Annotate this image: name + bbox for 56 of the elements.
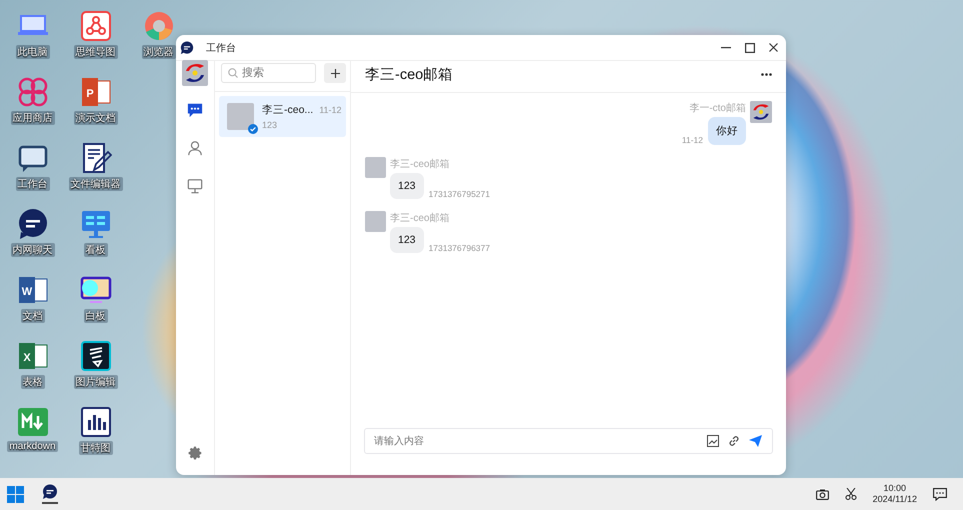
message-input[interactable]: 请输入内容: [364, 428, 773, 454]
monitor-icon[interactable]: [187, 178, 203, 194]
send-icon[interactable]: [749, 435, 762, 447]
plus-icon: [330, 68, 340, 78]
link-icon[interactable]: [728, 435, 740, 447]
message-bubble: 123: [390, 173, 424, 199]
markdown-icon[interactable]: [16, 406, 48, 438]
desktop-icon-label: 文件编辑器: [68, 177, 122, 191]
window-title: 工作台: [206, 42, 236, 54]
desktop-icon-label: 应用商店: [10, 111, 54, 125]
windows-logo-icon[interactable]: [7, 486, 24, 502]
clock-time: 10:00: [884, 483, 906, 494]
desktop-icon-label: 文档: [20, 309, 44, 323]
sender-name: 李一-cto邮箱: [689, 102, 746, 115]
desktop-icon-label: 看板: [84, 243, 108, 257]
chat-bubble-icon: [180, 40, 194, 54]
chat-icon[interactable]: [16, 208, 48, 240]
close-icon[interactable]: [769, 43, 778, 52]
sender-name: 李三-ceo邮箱: [390, 212, 450, 225]
desktop-icon-label: 内网聊天: [10, 243, 54, 257]
person-icon[interactable]: [187, 140, 203, 156]
conversation-item[interactable]: 李三-ceo... 11-12 123: [219, 96, 346, 137]
desktop-icon-label: 工作台: [16, 177, 50, 191]
message-time: 11-12: [682, 135, 703, 145]
maximize-icon[interactable]: [745, 42, 755, 52]
message-bubble: 你好: [708, 117, 746, 145]
chat-icon[interactable]: [187, 102, 203, 118]
scissors-icon[interactable]: [844, 488, 857, 500]
chat-bubble-icon[interactable]: [42, 484, 58, 504]
desktop-icon-label: 甘特图: [78, 441, 112, 455]
chat-title: 李三-ceo邮箱: [365, 66, 454, 84]
desktop-icon-label: 图片编辑: [74, 375, 118, 389]
desktop-icon-label: 白板: [84, 309, 108, 323]
conversation-name: 李三-ceo...: [262, 103, 314, 117]
notification-icon[interactable]: [933, 488, 947, 500]
clock-date: 2024/11/12: [872, 494, 917, 505]
settings-icon[interactable]: [187, 445, 203, 461]
more-icon[interactable]: [761, 73, 772, 76]
desktop-icon-label: 演示文档: [74, 111, 118, 125]
sender-name: 李三-ceo邮箱: [390, 158, 450, 171]
desktop-icon-label: 浏览器: [142, 45, 176, 59]
desktop-icon-label: 表格: [20, 375, 44, 389]
message-bubble: 123: [390, 227, 424, 253]
add-button[interactable]: [324, 63, 346, 83]
desktop-icon-label: 思维导图: [74, 45, 118, 59]
search-icon: [228, 68, 238, 78]
search-field[interactable]: 搜索: [221, 63, 316, 83]
desktop-icon-label: 此电脑: [16, 45, 50, 59]
message-time: 1731376795271: [428, 189, 490, 199]
desktop-icon-label: markdown: [7, 441, 58, 452]
message-time: 1731376796377: [428, 243, 490, 253]
conversation-preview: 123: [262, 120, 278, 130]
minimize-icon[interactable]: [721, 46, 731, 48]
logo-avatar[interactable]: [182, 60, 208, 86]
camera-icon[interactable]: [816, 488, 829, 500]
conversation-time: 11-12: [319, 105, 342, 115]
